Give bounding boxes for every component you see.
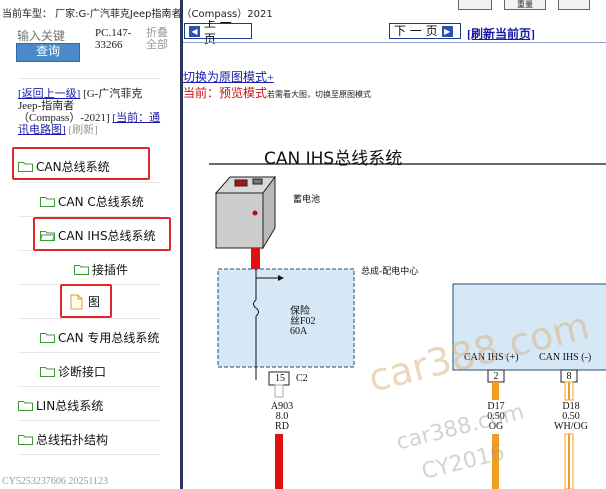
tree-item-connector[interactable]: 接插件 (74, 261, 128, 278)
current-mode-prefix: 当前： (183, 86, 220, 100)
current-prefix: [当前： (112, 112, 150, 124)
tree-item-topology[interactable]: 总线拓扑结构 (18, 431, 108, 448)
wire-battery (251, 248, 260, 269)
refresh-link[interactable]: [刷新] (68, 124, 97, 136)
toolbar-button-3[interactable] (558, 0, 590, 10)
search-input[interactable] (17, 29, 79, 43)
power-center-label: 总成-配电中心 (361, 267, 419, 277)
highlight-box (12, 147, 150, 180)
current-vehicle-info: 当前车型： 厂家:G-广汽菲克Jeep指南者（Compass）2021 (2, 9, 273, 20)
divider (18, 454, 160, 455)
wire-label: A903 8.0 RD (267, 402, 297, 432)
fuse-label-line3: 60A (290, 326, 308, 337)
tree-item-can-c[interactable]: CAN C总线系统 (40, 193, 144, 210)
divider (18, 420, 160, 421)
tree-item-lin-bus[interactable]: LIN总线系统 (18, 397, 103, 414)
folder-icon (18, 401, 33, 411)
battery-label: 蓄电池 (293, 195, 321, 205)
tree-item-label: CAN 专用总线系统 (58, 331, 160, 345)
tree-item-label: LIN总线系统 (36, 399, 104, 413)
diagram-title: CAN IHS总线系统 (264, 149, 403, 169)
current-mode: 当前：预览模式若需看大图，切换至原图模式 (183, 84, 371, 101)
folder-icon (18, 435, 33, 445)
pin-low-number: 8 (566, 371, 572, 382)
header-line (183, 42, 606, 43)
tree-item-label: 诊断接口 (58, 365, 107, 379)
folder-icon (74, 265, 89, 275)
current-mode-name: 预览模式 (219, 86, 268, 100)
sidebar: 查询 PC.147-33266 折叠全部 [返回上一级] [G-广汽菲克Jeep… (0, 20, 180, 489)
current-mode-hint: 若需看大图，切换至原图模式 (267, 90, 372, 99)
wire-low-color: WH/OG (554, 421, 588, 432)
arrow-left-icon: ◀ (189, 25, 200, 37)
folder-icon (40, 333, 55, 343)
wire-color: RD (275, 421, 289, 432)
tree-item-label: 总线拓扑结构 (36, 433, 109, 447)
prev-page-button[interactable]: ◀ 上 一 页 (184, 20, 252, 46)
pin-high-number: 2 (493, 371, 499, 382)
toolbar-button-2[interactable]: 重量 (504, 0, 546, 10)
wire-low-label: D18 0.50 WH/OG (551, 402, 591, 432)
folder-icon (40, 367, 55, 377)
divider (18, 352, 160, 353)
connector-label: C2 (296, 373, 308, 384)
next-page-label: 下 一 页 (394, 24, 438, 38)
search-button[interactable]: 查询 (16, 43, 80, 62)
arrow-right-icon: ▶ (441, 25, 453, 37)
refresh-page-link[interactable]: [刷新当前页] (467, 25, 535, 42)
folder-icon (40, 197, 55, 207)
content-panel: ◀ 上 一 页 下 一 页 ▶ [刷新当前页] 切换为原图模式+ 当前：预览模式… (183, 20, 606, 489)
top-bar: 当前车型： 厂家:G-广汽菲克Jeep指南者（Compass）2021 重量 (0, 0, 606, 20)
toolbar-button-1[interactable] (458, 0, 492, 10)
battery-icon (214, 175, 276, 250)
tree-item-label: CAN C总线系统 (58, 195, 144, 209)
divider (18, 318, 160, 319)
watermark-code: CY5253237606 20251123 (2, 476, 109, 487)
highlight-box (60, 284, 112, 318)
collapse-all-button[interactable]: 折叠全部 (146, 27, 174, 51)
next-page-button[interactable]: 下 一 页 ▶ (389, 23, 461, 39)
tree-item-can-dedicated[interactable]: CAN 专用总线系统 (40, 329, 159, 346)
divider (18, 182, 160, 183)
power-distribution-center (217, 268, 355, 368)
back-link[interactable]: [返回上一级] (18, 88, 80, 100)
divider (18, 386, 160, 387)
wire-a903 (275, 434, 283, 489)
fuse-label: 保险 丝F02 60A (290, 307, 316, 337)
switch-original-mode-link[interactable]: 切换为原图模式+ (183, 68, 274, 85)
wire-d17 (492, 382, 499, 400)
tree-item-label: 接插件 (92, 263, 129, 277)
divider (18, 78, 160, 79)
tree-item-diag-port[interactable]: 诊断接口 (40, 363, 106, 380)
highlight-box (33, 217, 171, 251)
breadcrumb: [返回上一级] [G-广汽菲克Jeep-指南者（Compass）-2021] [… (18, 88, 164, 136)
pc-code: PC.147-33266 (95, 27, 132, 51)
pin-number: 15 (275, 373, 285, 384)
